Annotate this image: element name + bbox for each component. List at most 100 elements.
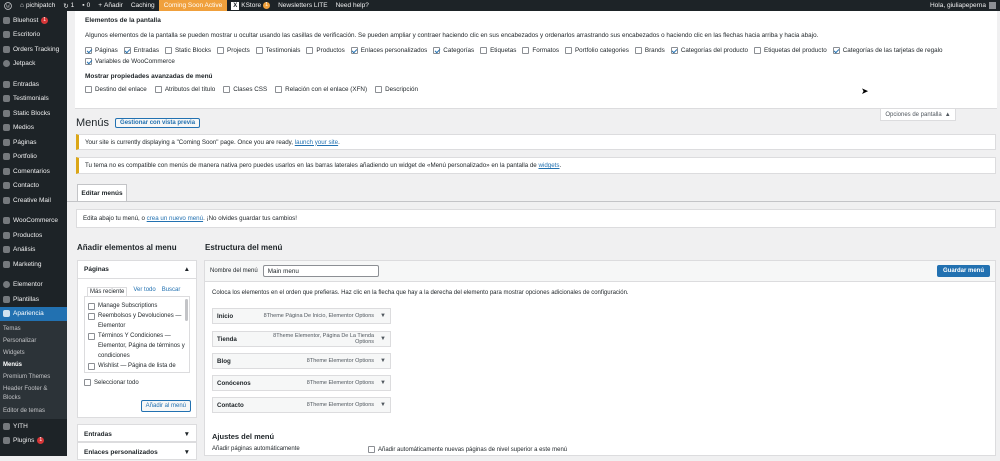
screen-option-checkbox[interactable] xyxy=(217,47,225,54)
screen-option-option[interactable]: Formatos xyxy=(522,47,559,54)
caret-down-icon[interactable]: ▼ xyxy=(380,402,386,408)
create-menu-link[interactable]: crea un nuevo menú xyxy=(147,215,203,222)
sidebar-item-bluehost[interactable]: Bluehost 1 xyxy=(0,13,67,28)
menu-item-tienda[interactable]: Tienda 8Theme Elementor, Página De La Tie… xyxy=(212,331,391,347)
screen-option-option[interactable]: Enlaces personalizados xyxy=(350,47,427,54)
updates-link[interactable]: ↻ 1 xyxy=(59,0,78,11)
submenu-header-footer[interactable]: Header Footer & Blocks xyxy=(0,383,55,405)
screen-option-checkbox[interactable] xyxy=(754,47,762,54)
select-all-checkbox[interactable] xyxy=(84,379,91,386)
site-name-link[interactable]: ⌂ pichipatch xyxy=(16,0,59,11)
sidebar-item-orders-tracking[interactable]: Orders Tracking xyxy=(0,42,67,57)
list-item[interactable]: Reembolsos y Devoluciones — Elementor xyxy=(88,311,186,331)
screen-option-checkbox[interactable] xyxy=(306,47,314,54)
page-checkbox[interactable] xyxy=(88,312,95,320)
sidebar-item-medios[interactable]: Medios xyxy=(0,121,67,136)
submenu-personalizar[interactable]: Personalizar xyxy=(0,335,67,347)
sidebar-item-contacto[interactable]: Contacto xyxy=(0,179,67,194)
tab-buscar[interactable]: Buscar xyxy=(162,287,181,296)
advanced-property-checkbox[interactable] xyxy=(375,86,383,93)
screen-option-checkbox[interactable] xyxy=(564,47,572,54)
sidebar-item-creative-mail[interactable]: Creative Mail xyxy=(0,193,67,208)
screen-option-checkbox[interactable] xyxy=(164,47,172,54)
new-content-link[interactable]: + Añadir xyxy=(94,0,127,11)
kstore-link[interactable]: X KStore 1 xyxy=(227,0,274,11)
posts-panel-header[interactable]: Entradas ▼ xyxy=(78,425,196,443)
advanced-property-checkbox[interactable] xyxy=(223,86,231,93)
screen-option-option[interactable]: Testimonials xyxy=(255,47,300,54)
advanced-property-option[interactable]: Destino del enlace xyxy=(85,86,147,93)
sidebar-item-portfolio[interactable]: Portfolio xyxy=(0,150,67,165)
launch-site-link[interactable]: launch your site xyxy=(295,139,338,146)
list-item[interactable]: Manage Subscriptions xyxy=(88,301,186,311)
pages-panel-header[interactable]: Páginas ▲ xyxy=(78,261,196,279)
screen-option-checkbox[interactable] xyxy=(832,47,840,54)
screen-option-option[interactable]: Categorías del producto xyxy=(670,47,748,54)
sidebar-item-woocommerce[interactable]: WooCommerce xyxy=(0,214,67,229)
advanced-property-option[interactable]: Clases CSS xyxy=(223,86,267,93)
sidebar-item-paginas[interactable]: Páginas xyxy=(0,135,67,150)
sidebar-item-jetpack[interactable]: Jetpack xyxy=(0,57,67,72)
menu-name-input[interactable]: Main menu xyxy=(262,265,379,277)
screen-option-option[interactable]: Projects xyxy=(217,47,250,54)
sidebar-item-apariencia[interactable]: Apariencia xyxy=(0,306,67,321)
pages-list-scrollbar[interactable] xyxy=(185,299,188,321)
page-checkbox[interactable] xyxy=(88,332,95,340)
submenu-menus[interactable]: Menús xyxy=(0,359,67,371)
sidebar-item-productos[interactable]: Productos xyxy=(0,228,67,243)
submenu-temas[interactable]: Temas xyxy=(0,323,67,335)
advanced-property-option[interactable]: Relación con el enlace (XFN) xyxy=(275,86,367,93)
tab-editar-menus[interactable]: Editar menús xyxy=(77,184,127,201)
screen-option-option[interactable]: Etiquetas del producto xyxy=(754,47,827,54)
caret-down-icon[interactable]: ▼ xyxy=(380,358,386,364)
custom-links-panel-header[interactable]: Enlaces personalizados ▼ xyxy=(78,443,196,461)
coming-soon-link[interactable]: Coming Soon Active xyxy=(158,0,228,11)
screen-option-checkbox[interactable] xyxy=(522,47,530,54)
menu-item-inicio[interactable]: Inicio 8Theme Página De Inicio, Elementor… xyxy=(212,308,391,324)
screen-option-option[interactable]: Static Blocks xyxy=(164,47,211,54)
screen-option-checkbox[interactable] xyxy=(123,47,131,54)
advanced-property-checkbox[interactable] xyxy=(85,86,92,93)
sidebar-item-plantillas[interactable]: Plantillas xyxy=(0,292,67,307)
advanced-property-option[interactable]: Descripción xyxy=(375,86,418,93)
screen-option-checkbox[interactable] xyxy=(634,47,642,54)
list-item[interactable]: Términos Y Condiciones — Elementor, Pági… xyxy=(88,331,186,361)
advanced-property-checkbox[interactable] xyxy=(154,86,162,93)
screen-option-option[interactable]: Brands xyxy=(634,47,665,54)
menu-item-blog[interactable]: Blog 8Theme Elementor Options ▼ xyxy=(212,353,391,369)
wordpress-logo-icon[interactable]: W xyxy=(0,0,16,11)
caret-down-icon[interactable]: ▼ xyxy=(380,313,386,319)
screen-options-tab[interactable]: Opciones de pantalla ▲ xyxy=(880,109,956,121)
screen-option-checkbox[interactable] xyxy=(480,47,488,54)
auto-add-option[interactable]: Añadir automáticamente nuevas páginas de… xyxy=(368,446,567,453)
screen-option-option[interactable]: Etiquetas xyxy=(480,47,516,54)
select-all[interactable]: Seleccionar todo xyxy=(84,379,190,386)
list-item[interactable]: Wishlist — Página de lista de deseos xyxy=(88,361,186,372)
help-link[interactable]: Need help? xyxy=(332,0,373,11)
newsletters-link[interactable]: Newsletters LITE xyxy=(274,0,332,11)
screen-option-option[interactable]: Portfolio categories xyxy=(564,47,629,54)
advanced-property-checkbox[interactable] xyxy=(275,86,283,93)
screen-option-option[interactable]: Páginas xyxy=(85,47,118,54)
submenu-editor-de-temas[interactable]: Editor de temas xyxy=(0,405,67,417)
screen-option-option[interactable]: Variables de WooCommerce xyxy=(85,58,175,65)
screen-option-checkbox[interactable] xyxy=(433,47,441,54)
sidebar-item-comentarios[interactable]: Comentarios xyxy=(0,164,67,179)
page-checkbox[interactable] xyxy=(88,302,95,310)
submenu-widgets[interactable]: Widgets xyxy=(0,347,67,359)
menu-item-conocenos[interactable]: Conócenos 8Theme Elementor Options ▼ xyxy=(212,375,391,391)
sidebar-item-marketing[interactable]: Marketing xyxy=(0,257,67,272)
screen-option-checkbox[interactable] xyxy=(350,47,358,54)
add-to-menu-button[interactable]: Añadir al menú xyxy=(140,400,191,412)
screen-option-checkbox[interactable] xyxy=(85,58,92,65)
sidebar-item-yith[interactable]: YITH xyxy=(0,419,67,434)
caret-down-icon[interactable]: ▼ xyxy=(380,336,386,342)
tab-mas-reciente[interactable]: Más reciente xyxy=(87,287,128,296)
sidebar-item-entradas[interactable]: Entradas xyxy=(0,77,67,92)
sidebar-item-elementor[interactable]: Elementor xyxy=(0,278,67,293)
sidebar-item-escritorio[interactable]: Escritorio xyxy=(0,28,67,43)
menu-item-contacto[interactable]: Contacto 8Theme Elementor Options ▼ xyxy=(212,397,391,413)
comments-link[interactable]: ▪ 0 xyxy=(78,0,94,11)
sidebar-item-testimonials[interactable]: Testimonials xyxy=(0,92,67,107)
advanced-property-option[interactable]: Atributos del título xyxy=(154,86,215,93)
